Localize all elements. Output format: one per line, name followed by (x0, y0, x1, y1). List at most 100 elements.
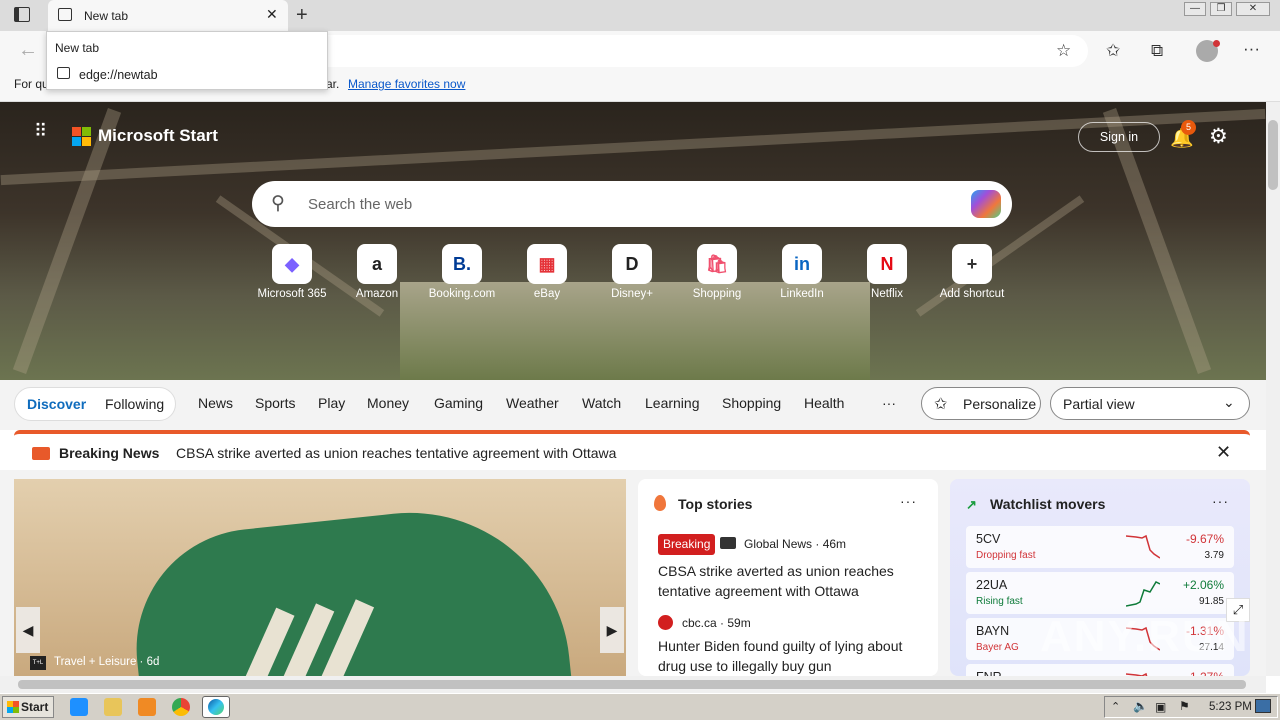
edge-taskbar-button[interactable] (202, 696, 230, 718)
carousel-next-button[interactable]: ▶ (600, 607, 624, 653)
clock[interactable]: 5:23 PM (1209, 701, 1252, 713)
breaking-badge: Breaking (658, 534, 716, 555)
sign-in-button[interactable]: Sign in (1078, 122, 1160, 152)
shopping-bag-icon: 🛍 (697, 244, 737, 284)
nav-sports[interactable]: Sports (255, 395, 295, 411)
shortcut-tile-add-shortcut[interactable]: + Add shortcut (932, 244, 1012, 304)
flag-icon[interactable]: ⚑ (1179, 699, 1190, 713)
shortcut-tile-linkedin[interactable]: in LinkedIn (762, 244, 842, 304)
new-tab-button[interactable]: + (296, 4, 308, 27)
manage-favorites-link[interactable]: Manage favorites now (348, 77, 465, 91)
shortcut-tile-disney-[interactable]: D Disney+ (592, 244, 672, 304)
chrome-icon[interactable] (172, 698, 190, 716)
stock-symbol: BAYN (976, 624, 1010, 638)
nav-health[interactable]: Health (804, 395, 844, 411)
nav-learning[interactable]: Learning (645, 395, 700, 411)
stock-symbol: 5CV (976, 532, 1001, 546)
view-mode-select[interactable]: Partial view ⌄ (1050, 387, 1250, 420)
feed-navigation: Discover Following News Sports Play Mone… (0, 380, 1266, 430)
favorites-bar-text: For qu (14, 77, 49, 91)
minimize-button[interactable]: — (1184, 2, 1206, 16)
nav-gaming[interactable]: Gaming (434, 395, 483, 411)
story-headline[interactable]: CBSA strike averted as union reaches ten… (658, 561, 928, 601)
linkedin-icon: in (782, 244, 822, 284)
network-icon[interactable]: ▣ (1155, 700, 1166, 714)
apps-grid-icon[interactable]: ⠿ (34, 122, 54, 148)
more-options-icon[interactable]: ··· (900, 493, 917, 509)
tab-new-tab[interactable]: New tab ✕ (48, 0, 288, 31)
carousel-prev-button[interactable]: ◀ (16, 607, 40, 653)
nav-more-icon[interactable]: ··· (882, 395, 896, 411)
tab-following[interactable]: Following (105, 396, 164, 412)
personalize-label: Personalize (963, 396, 1037, 412)
stock-row[interactable]: FNR-1.27% (966, 664, 1234, 676)
shortcut-tile-booking-com[interactable]: B. Booking.com (422, 244, 502, 304)
tab-actions-icon[interactable] (14, 7, 30, 22)
flame-icon (654, 495, 666, 511)
stock-row[interactable]: 22UA Rising fast +2.06% 91.85 (966, 572, 1234, 614)
microsoft-logo (72, 127, 92, 147)
nav-news[interactable]: News (198, 395, 233, 411)
settings-gear-icon[interactable]: ⚙ (1209, 124, 1228, 149)
ebay-icon: ▦ (527, 244, 567, 284)
scrollbar-thumb[interactable] (18, 680, 1246, 689)
disney-icon: D (612, 244, 652, 284)
nav-weather[interactable]: Weather (506, 395, 559, 411)
close-window-button[interactable]: ✕ (1236, 2, 1270, 16)
ie-icon[interactable] (70, 698, 88, 716)
close-tab-icon[interactable]: ✕ (266, 6, 278, 23)
shortcut-tile-ebay[interactable]: ▦ eBay (507, 244, 587, 304)
nav-play[interactable]: Play (318, 395, 345, 411)
personalize-button[interactable]: ✩ Personalize (921, 387, 1041, 420)
story-headline[interactable]: Hunter Biden found guilty of lying about… (658, 636, 928, 676)
close-icon[interactable]: ✕ (1216, 442, 1231, 463)
shortcut-label: Netflix (871, 288, 903, 300)
publisher-logo: T+L (30, 656, 46, 670)
web-search-box[interactable]: ⚲ Search the web (252, 181, 1012, 227)
folder-icon[interactable] (104, 698, 122, 716)
tray-expand-icon[interactable]: ⌃ (1111, 700, 1120, 713)
nav-watch[interactable]: Watch (582, 395, 621, 411)
page-icon (57, 67, 70, 79)
volume-icon[interactable]: 🔈 (1133, 699, 1148, 713)
tab-discover[interactable]: Discover (27, 396, 86, 412)
breaking-news-banner[interactable]: Breaking News CBSA strike averted as uni… (14, 430, 1250, 470)
add-favorite-icon[interactable]: ☆ (1056, 41, 1071, 61)
breaking-news-headline[interactable]: CBSA strike averted as union reaches ten… (176, 445, 616, 461)
favorites-icon[interactable]: ✩ (1106, 41, 1120, 61)
system-tray: ⌃ 🔈 ▣ ⚑ 5:23 PM (1104, 696, 1278, 718)
shortcut-tile-shopping[interactable]: 🛍 Shopping (677, 244, 757, 304)
media-player-icon[interactable] (138, 698, 156, 716)
featured-article-card[interactable]: ◀ ▶ T+L Travel + Leisure · 6d (14, 479, 626, 676)
scrollbar-thumb[interactable] (1268, 120, 1278, 190)
more-options-icon[interactable]: ··· (1212, 493, 1229, 509)
suggestion-url[interactable]: edge://newtab (79, 68, 158, 82)
top-stories-title: Top stories (678, 496, 753, 512)
shortcut-tile-microsoft-365[interactable]: ◆ Microsoft 365 (252, 244, 332, 304)
horizontal-scrollbar[interactable] (0, 676, 1266, 693)
shortcut-tile-amazon[interactable]: a Amazon (337, 244, 417, 304)
watchlist-title: Watchlist movers (990, 496, 1106, 512)
show-desktop-icon[interactable] (1255, 699, 1271, 713)
back-arrow-icon[interactable]: ← (18, 39, 38, 62)
copilot-icon[interactable] (971, 190, 1001, 218)
start-button[interactable]: Start (2, 696, 54, 718)
brand-name: Microsoft Start (98, 126, 218, 145)
title-bar: New tab ✕ + — ❐ ✕ (0, 0, 1280, 31)
vertical-scrollbar[interactable] (1266, 102, 1280, 676)
stock-price: 3.79 (1204, 550, 1224, 561)
nav-shopping[interactable]: Shopping (722, 395, 781, 411)
profile-avatar[interactable] (1196, 40, 1220, 62)
shortcut-label: Disney+ (611, 288, 653, 300)
booking-icon: B. (442, 244, 482, 284)
collections-icon[interactable]: ⧉ (1151, 41, 1163, 61)
page-icon (58, 8, 72, 21)
nav-money[interactable]: Money (367, 395, 409, 411)
more-options-icon[interactable]: ··· (1243, 39, 1260, 59)
shortcut-label: Booking.com (428, 288, 496, 300)
shortcut-tile-netflix[interactable]: N Netflix (847, 244, 927, 304)
edge-icon (208, 699, 224, 715)
address-suggestion-dropdown: New tab edge://newtab (46, 31, 328, 90)
stock-row[interactable]: 5CV Dropping fast -9.67% 3.79 (966, 526, 1234, 568)
restore-button[interactable]: ❐ (1210, 2, 1232, 16)
